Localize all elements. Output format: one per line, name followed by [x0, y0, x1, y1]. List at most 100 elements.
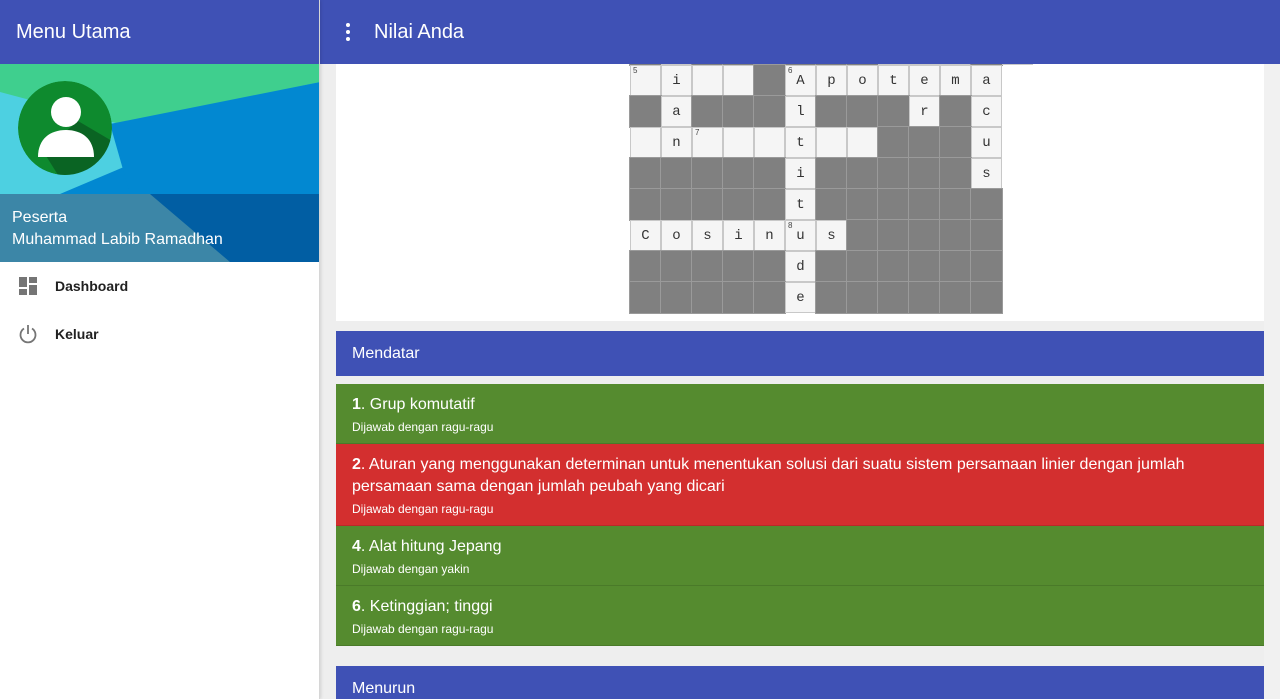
crossword-cell-blocked: [939, 95, 972, 128]
crossword-cell: [754, 127, 785, 158]
profile-card: Peserta Muhammad Labib Ramadhan: [0, 64, 319, 262]
clue-item[interactable]: 4. Alat hitung Jepang Dijawab dengan yak…: [336, 526, 1264, 586]
crossword-letter: e: [920, 72, 929, 89]
crossword-cell: n: [754, 220, 785, 251]
crossword-letter: n: [765, 227, 774, 244]
scrollbar[interactable]: [1264, 64, 1280, 699]
crossword-card: 5iA6potemaalrcn7tuistCosinu8sde: [336, 64, 1264, 321]
crossword-cell-blocked: [722, 250, 755, 283]
crossword-letter: a: [982, 72, 991, 89]
profile-info: Peserta Muhammad Labib Ramadhan: [0, 194, 319, 262]
clue-item[interactable]: 6. Ketinggian; tinggi Dijawab dengan rag…: [336, 586, 1264, 646]
crossword-cell: e: [785, 282, 816, 313]
clue-text: . Aturan yang menggunakan determinan unt…: [352, 456, 1185, 495]
crossword-cell-blocked: [660, 188, 693, 221]
crossword-cell: p: [816, 65, 847, 96]
crossword-clue-number: 5: [633, 66, 638, 75]
crossword-cell: n: [661, 127, 692, 158]
mendatar-clue-list: 1. Grup komutatif Dijawab dengan ragu-ra…: [336, 384, 1264, 646]
crossword-cell: t: [785, 127, 816, 158]
crossword-cell-blocked: [629, 95, 662, 128]
clue-number: 6: [352, 598, 361, 615]
crossword-cell-blocked: [846, 219, 879, 252]
crossword-clue-number: 8: [788, 221, 793, 230]
crossword-letter: d: [796, 258, 805, 275]
crossword-cell-blocked: [908, 281, 941, 314]
crossword-cell: o: [661, 220, 692, 251]
clue-status: Dijawab dengan ragu-ragu: [352, 502, 494, 516]
crossword-cell-blocked: [939, 157, 972, 190]
crossword-cell-blocked: [939, 281, 972, 314]
crossword-cell-blocked: [815, 157, 848, 190]
crossword-cell-blocked: [908, 157, 941, 190]
crossword-cell-blocked: [970, 281, 1003, 314]
clue-question: 2. Aturan yang menggunakan determinan un…: [352, 454, 1248, 498]
crossword-cell: u: [971, 127, 1002, 158]
crossword-cell: [692, 65, 723, 96]
crossword-cell: [847, 127, 878, 158]
crossword-cell-blocked: [908, 219, 941, 252]
crossword-letter: p: [827, 72, 836, 89]
crossword-cell-blocked: [691, 95, 724, 128]
crossword-letter: l: [796, 103, 805, 120]
crossword-cell-blocked: [629, 281, 662, 314]
crossword-cell-blocked: [815, 250, 848, 283]
clue-question: 6. Ketinggian; tinggi: [352, 596, 1248, 618]
crossword-cell: c: [971, 96, 1002, 127]
crossword-cell-blocked: [660, 157, 693, 190]
clue-text: . Alat hitung Jepang: [360, 538, 502, 555]
crossword-cell-blocked: [939, 219, 972, 252]
crossword-letter: m: [951, 72, 960, 89]
crossword-cell-blocked: [846, 95, 879, 128]
nav-dashboard-label: Dashboard: [55, 278, 129, 294]
crossword-letter: r: [920, 103, 929, 120]
page-title: Nilai Anda: [374, 20, 465, 43]
crossword-cell-blocked: [939, 126, 972, 159]
more-vert-icon[interactable]: [338, 20, 358, 44]
crossword-cell-blocked: [939, 188, 972, 221]
nav-logout-label: Keluar: [55, 326, 99, 342]
crossword-cell-blocked: [815, 188, 848, 221]
crossword-cell: s: [816, 220, 847, 251]
crossword-cell-blocked: [660, 250, 693, 283]
clue-item[interactable]: 2. Aturan yang menggunakan determinan un…: [336, 444, 1264, 526]
crossword-cell-blocked: [629, 157, 662, 190]
crossword-cell: a: [661, 96, 692, 127]
avatar: [18, 81, 112, 175]
crossword-cell: i: [723, 220, 754, 251]
profile-name: Muhammad Labib Ramadhan: [12, 231, 223, 248]
crossword-cell-blocked: [877, 126, 910, 159]
crossword-cell-blocked: [939, 250, 972, 283]
clue-number: 2: [352, 456, 361, 473]
crossword-letter: s: [827, 227, 836, 244]
crossword-cell: A6: [785, 65, 816, 96]
crossword-cell: [723, 127, 754, 158]
mendatar-header: Mendatar: [336, 331, 1264, 376]
clue-item[interactable]: 1. Grup komutatif Dijawab dengan ragu-ra…: [336, 384, 1264, 444]
nav-logout[interactable]: Keluar: [0, 310, 319, 358]
crossword-cell-blocked: [815, 281, 848, 314]
crossword-cell-blocked: [629, 250, 662, 283]
crossword-cell-blocked: [877, 219, 910, 252]
clue-number: 1: [352, 396, 361, 413]
crossword-cell-blocked: [970, 250, 1003, 283]
crossword-cell-blocked: [815, 95, 848, 128]
crossword-cell-blocked: [877, 188, 910, 221]
user-icon: [18, 81, 112, 175]
clue-text: . Ketinggian; tinggi: [360, 598, 493, 615]
crossword-letter: c: [982, 103, 991, 120]
crossword-letter: u: [982, 134, 991, 151]
crossword-letter: s: [703, 227, 712, 244]
crossword-cell-blocked: [846, 250, 879, 283]
crossword-letter: a: [672, 103, 681, 120]
menurun-header: Menurun: [336, 666, 1264, 699]
crossword-cell-blocked: [753, 188, 786, 221]
crossword-letter: i: [672, 72, 681, 89]
crossword-cell: t: [785, 189, 816, 220]
nav-dashboard[interactable]: Dashboard: [0, 262, 319, 310]
crossword-cell: 5: [630, 65, 661, 96]
crossword-letter: t: [796, 134, 805, 151]
crossword-cell-blocked: [691, 281, 724, 314]
crossword-letter: s: [982, 165, 991, 182]
clue-status: Dijawab dengan ragu-ragu: [352, 420, 494, 434]
